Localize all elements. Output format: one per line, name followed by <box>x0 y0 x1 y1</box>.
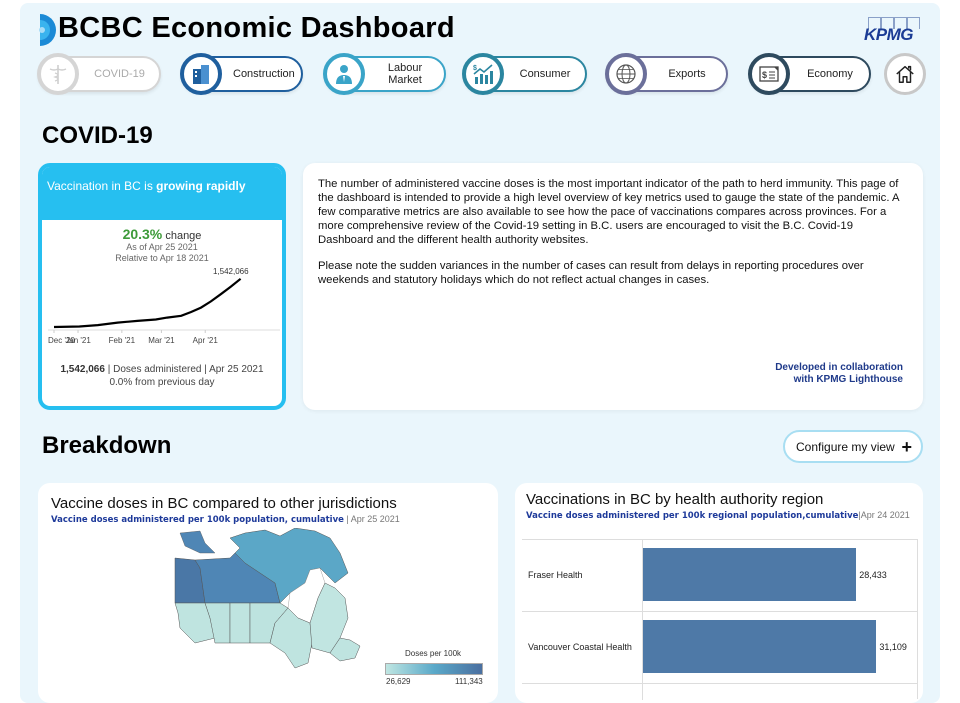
weekly-change: 20.3% change <box>122 226 202 242</box>
bar-category-label: Vancouver Coastal Health <box>528 642 632 652</box>
map-legend-gradient <box>385 663 483 675</box>
home-button[interactable] <box>884 53 926 95</box>
region-card-subtitle: Vaccine doses administered per 100k regi… <box>526 510 910 521</box>
collaboration-credit[interactable]: Developed in collaboration with KPMG Lig… <box>775 362 903 386</box>
app-title: BCBC Economic Dashboard <box>58 12 455 44</box>
map-legend-max: 111,343 <box>455 677 483 686</box>
vaccination-headline: Vaccination in BC is growing rapidly <box>42 167 282 220</box>
bar[interactable] <box>643 620 877 673</box>
covid-section-title: COVID-19 <box>42 122 153 149</box>
region-card-title: Vaccinations in BC by health authority r… <box>526 491 824 508</box>
svg-text:$: $ <box>473 65 477 72</box>
nav-covid-19[interactable]: COVID-19 <box>37 53 161 95</box>
bar[interactable] <box>643 548 857 601</box>
end-value-label: 1,542,066 <box>213 267 249 276</box>
description-note: Please note the sudden variances in the … <box>318 260 864 286</box>
bar-value-label: 31,109 <box>879 642 907 652</box>
bar-value-label: 28,433 <box>859 570 887 580</box>
bcbc-logo-icon <box>39 14 56 46</box>
map-region-saskatchewan <box>229 602 251 644</box>
x-tick-label: Mar '21 <box>148 336 175 345</box>
covid-description-card: The number of administered vaccine doses… <box>303 163 923 410</box>
caduceus-icon <box>37 53 79 95</box>
x-tick-label: Feb '21 <box>109 336 136 345</box>
plus-icon: + <box>901 437 912 457</box>
bar-category-label: Fraser Health <box>528 570 583 580</box>
map-legend-title: Doses per 100k <box>405 649 462 658</box>
as-of-date: As of Apr 25 2021 <box>126 242 198 252</box>
doses-line <box>53 277 242 329</box>
kpmg-logo: KPMG <box>862 17 922 44</box>
map-card-subtitle: Vaccine doses administered per 100k popu… <box>51 514 400 525</box>
nav-labour-market[interactable]: Labour Market <box>323 53 446 95</box>
breakdown-section-title: Breakdown <box>42 432 172 459</box>
nav-economy[interactable]: $ Economy <box>748 53 871 95</box>
doses-footer: 1,542,066 | Doses administered | Apr 25 … <box>60 364 264 388</box>
worker-icon <box>323 53 365 95</box>
map-legend-min: 26,629 <box>386 677 411 686</box>
map-card-title: Vaccine doses in BC compared to other ju… <box>51 495 397 512</box>
map-region-arctic-islands <box>179 530 216 554</box>
nav-exports[interactable]: Exports <box>605 53 728 95</box>
health-authority-bar-chart: Fraser Health 28,433 Vancouver Coastal Hea… <box>522 539 918 700</box>
growth-chart-icon: $ <box>462 53 504 95</box>
x-tick-label: Jan '21 <box>65 336 91 345</box>
nav-consumer[interactable]: $ Consumer <box>462 53 587 95</box>
canada-choropleth-map <box>174 528 361 669</box>
description-paragraph: The number of administered vaccine doses… <box>318 178 899 246</box>
vaccination-summary-card: Vaccination in BC is growing rapidly 20.… <box>38 163 286 410</box>
globe-icon <box>605 53 647 95</box>
finance-document-icon: $ <box>748 53 790 95</box>
svg-text:$: $ <box>762 70 767 80</box>
home-icon <box>896 65 914 83</box>
nav-construction[interactable]: Construction <box>180 53 303 95</box>
building-icon <box>180 53 222 95</box>
configure-view-button[interactable]: Configure my view + <box>783 430 923 463</box>
table-row: Fraser Health 28,433 <box>522 540 918 612</box>
doses-line-chart: 1,542,066Dec '20Jan '21 Feb '21 Mar '21 Apr… <box>48 267 280 345</box>
table-row: Vancouver Coastal Health 31,109 <box>522 612 918 684</box>
relative-date: Relative to Apr 18 2021 <box>115 253 209 263</box>
x-tick-label: Apr '21 <box>193 336 219 345</box>
